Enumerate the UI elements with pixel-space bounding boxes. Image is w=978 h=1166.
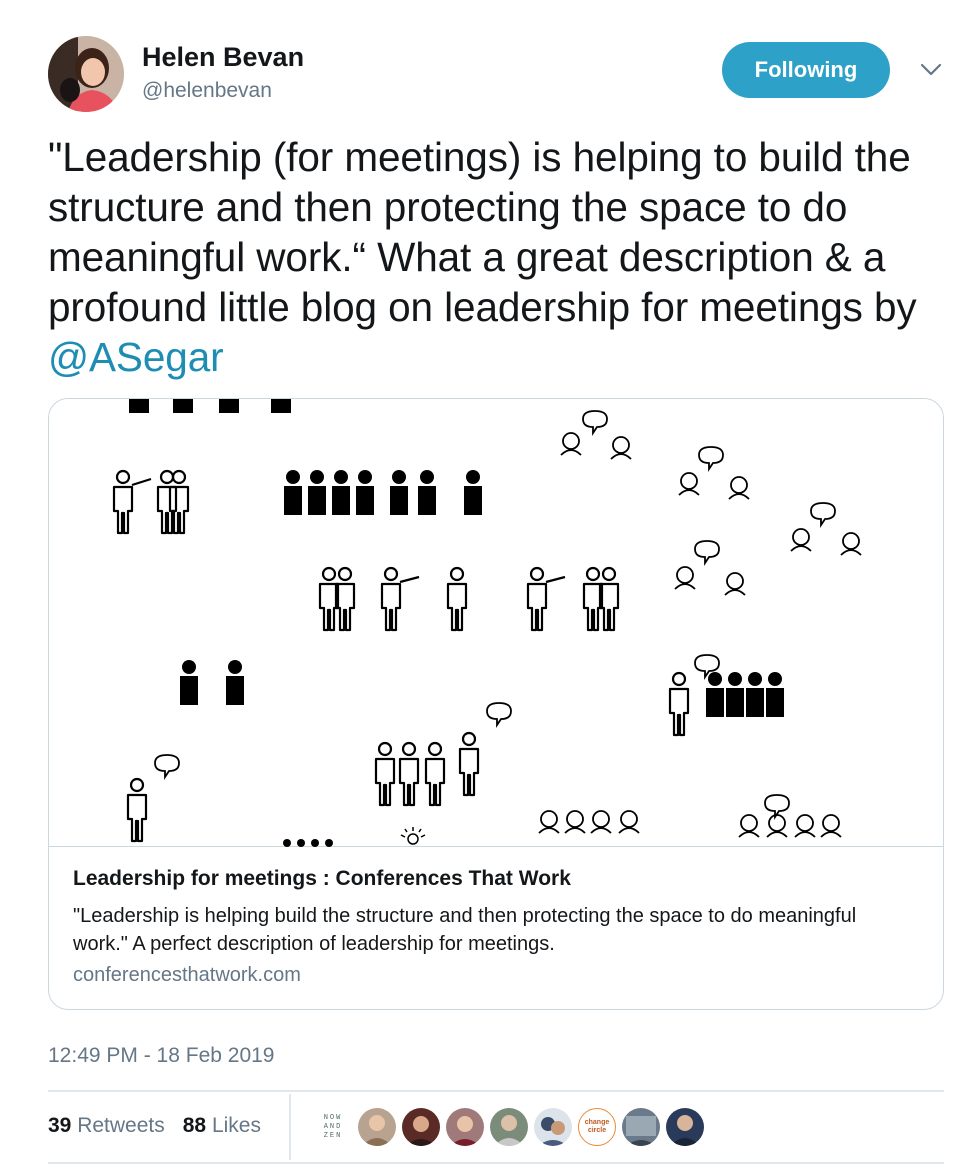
card-title[interactable]: Leadership for meetings : Conferences Th…	[73, 867, 571, 891]
changecircle-line: change	[584, 1119, 610, 1126]
author-handle[interactable]: @helenbevan	[142, 79, 272, 103]
divider	[48, 1162, 944, 1164]
retweets-count: 39	[48, 1114, 72, 1137]
liker-avatar-changecircle[interactable]: change circle	[578, 1108, 616, 1146]
liker-avatar[interactable]	[490, 1108, 528, 1146]
retweets-label: Retweets	[77, 1114, 165, 1137]
author-avatar[interactable]	[48, 36, 124, 112]
nowandzen-line: AND	[323, 1122, 343, 1131]
likers-avatars: NOW AND ZEN change circle	[314, 1108, 704, 1146]
likes-label: Likes	[211, 1114, 261, 1137]
liker-avatar[interactable]	[358, 1108, 396, 1146]
card-description: "Leadership is helping build the structu…	[73, 905, 857, 955]
liker-avatar-nowandzen[interactable]: NOW AND ZEN	[314, 1108, 352, 1146]
following-button[interactable]: Following	[722, 42, 890, 98]
link-card[interactable]: Leadership for meetings : Conferences Th…	[48, 398, 944, 1010]
author-name[interactable]: Helen Bevan	[142, 42, 304, 73]
mention-link[interactable]: @ASegar	[48, 334, 224, 380]
card-domain: conferencesthatwork.com	[73, 964, 301, 986]
tweet-stats: 39 Retweets 88 Likes	[48, 1114, 261, 1138]
nowandzen-line: NOW	[323, 1113, 343, 1122]
likes-stat[interactable]: 88 Likes	[183, 1114, 261, 1138]
tweet-timestamp[interactable]: 12:49 PM - 18 Feb 2019	[48, 1044, 274, 1068]
chevron-down-icon[interactable]	[920, 62, 942, 78]
card-image	[49, 399, 943, 847]
retweets-stat[interactable]: 39 Retweets	[48, 1114, 165, 1138]
liker-avatar[interactable]	[534, 1108, 572, 1146]
tweet-body: "Leadership (for meetings) is helping to…	[48, 134, 917, 330]
liker-avatar[interactable]	[446, 1108, 484, 1146]
liker-avatar[interactable]	[622, 1108, 660, 1146]
liker-avatar[interactable]	[666, 1108, 704, 1146]
tweet-header: Helen Bevan @helenbevan Following	[48, 36, 944, 112]
tweet-text: "Leadership (for meetings) is helping to…	[48, 132, 948, 382]
likes-count: 88	[182, 1114, 207, 1137]
changecircle-line: circle	[587, 1127, 607, 1134]
divider	[48, 1090, 944, 1092]
liker-avatar[interactable]	[402, 1108, 440, 1146]
stats-divider	[289, 1094, 291, 1160]
nowandzen-line: ZEN	[323, 1131, 343, 1140]
